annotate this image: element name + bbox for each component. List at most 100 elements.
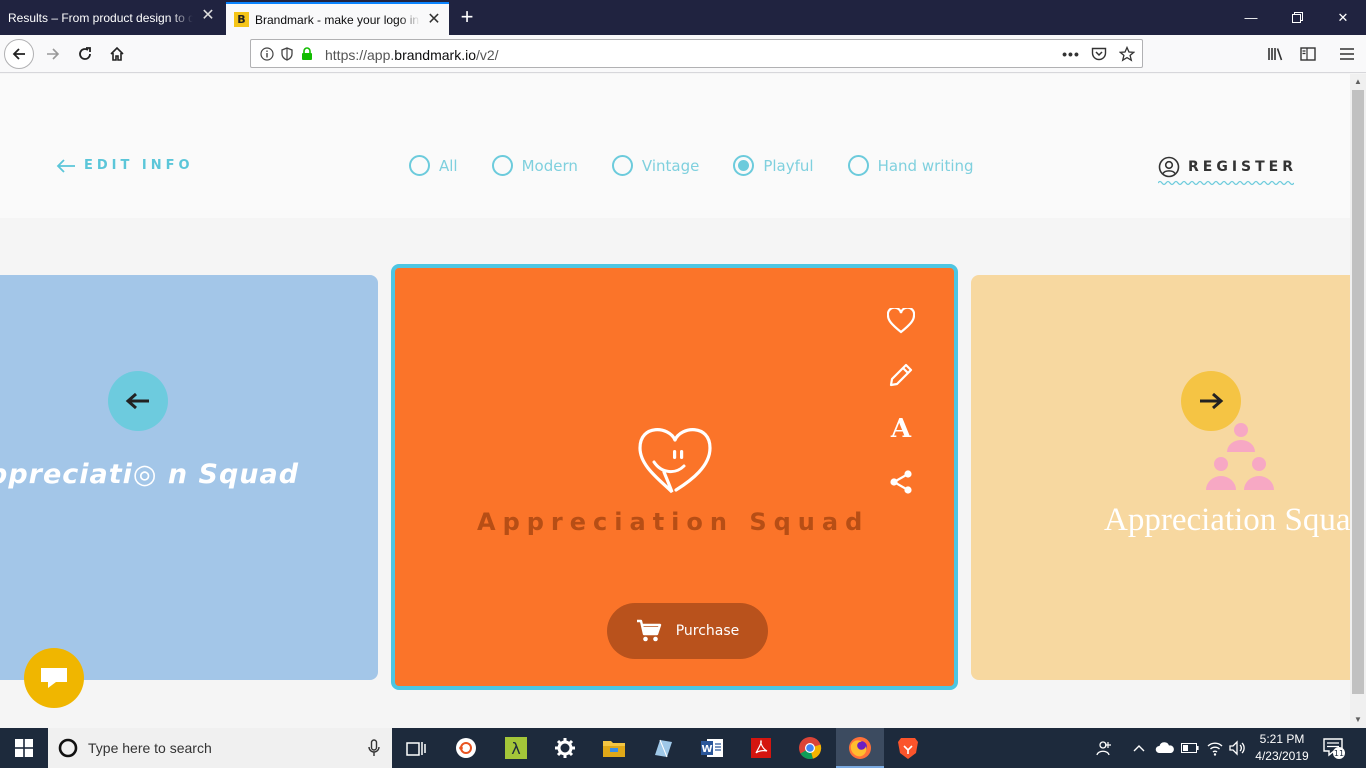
microphone-icon[interactable] [368,739,380,757]
filter-label: Hand writing [877,156,974,175]
windows-start-icon[interactable] [0,728,48,768]
wifi-icon[interactable] [1206,728,1224,768]
next-logo-button[interactable] [1181,371,1241,431]
edit-info-link[interactable]: EDIT INFO [56,158,194,173]
new-tab-icon[interactable]: + [456,4,478,30]
svg-text:W: W [701,744,712,755]
radio-icon[interactable] [491,155,513,176]
search-placeholder: Type here to search [88,740,212,756]
people-icon[interactable] [1096,728,1114,768]
reload-icon[interactable] [70,39,100,69]
minimize-icon[interactable]: — [1228,0,1274,35]
filter-playful[interactable]: Playful [733,155,814,176]
action-center-icon[interactable]: 11 [1322,736,1346,765]
tab-close-icon[interactable]: ✕ [201,8,215,24]
logo-card-next[interactable] [971,275,1350,680]
page-scrollbar[interactable]: ▲ ▼ [1350,74,1366,728]
svg-text:λ: λ [511,739,520,758]
user-circle-icon [1158,156,1180,178]
clock-time: 5:21 PM [1259,732,1305,746]
taskbar-clock[interactable]: 5:21 PM 4/23/2019 [1252,731,1312,765]
home-icon[interactable] [102,39,132,69]
secure-lock-icon[interactable] [299,46,315,62]
edit-info-label: EDIT INFO [84,158,194,173]
chat-bubble-icon [41,668,67,688]
ubuntu-app-icon[interactable] [451,733,481,763]
url-bar[interactable]: https://app.brandmark.io/v2/ ••• [250,39,1143,68]
scroll-up-icon[interactable]: ▲ [1350,74,1366,90]
style-filter-group: All Modern Vintage Playful Hand writing [409,155,1008,176]
filter-label: Playful [763,156,814,175]
radio-icon[interactable] [611,155,633,176]
restore-icon[interactable] [1274,0,1320,35]
file-explorer-icon[interactable] [599,733,629,763]
heart-face-logo-icon [638,428,712,494]
lambda-app-icon[interactable]: λ [501,733,531,763]
register-underline-wave [1158,180,1294,186]
radio-checked-icon[interactable] [733,155,755,176]
register-link[interactable]: REGISTER [1158,156,1297,178]
chrome-app-icon[interactable] [795,733,825,763]
scroll-down-icon[interactable]: ▼ [1350,712,1366,728]
forward-arrow-icon[interactable] [38,39,68,69]
tab-title: Brandmark - make your logo in [255,12,420,27]
notification-count: 11 [1334,749,1344,758]
clock-date: 4/23/2019 [1255,749,1309,763]
purchase-label: Purchase [675,623,740,639]
tracking-shield-icon[interactable] [279,46,295,62]
word-app-icon[interactable]: W [697,733,727,763]
battery-icon[interactable] [1181,728,1199,768]
team-people-logo-icon [1206,423,1274,490]
task-view-icon[interactable] [401,733,431,763]
filter-label: Modern [521,156,578,175]
taskbar-search-box[interactable]: Type here to search [48,728,392,768]
arrow-right-icon [1200,392,1224,410]
settings-gear-icon[interactable] [550,733,580,763]
tab-brandmark[interactable]: B Brandmark - make your logo in ✕ [226,2,449,35]
tab-close-icon[interactable]: ✕ [427,12,441,28]
filter-hand-writing[interactable]: Hand writing [847,155,974,176]
filter-label: Vintage [641,156,700,175]
volume-icon[interactable] [1229,728,1247,768]
scroll-thumb[interactable] [1352,90,1364,694]
favorite-heart-icon[interactable] [886,306,916,336]
sidebar-icon[interactable] [1298,44,1318,64]
filter-all[interactable]: All [409,155,458,176]
page-actions-icon[interactable]: ••• [1062,46,1079,62]
acrobat-app-icon[interactable] [746,733,776,763]
url-text: https://app.brandmark.io/v2/ [325,47,499,63]
purchase-button[interactable]: Purchase [607,603,768,659]
tab-title: Results – From product design to de [8,10,193,25]
arrow-left-icon [125,392,149,410]
share-icon[interactable] [886,467,916,497]
logo-text-previous: ppreciati◎ n Squad [0,459,300,490]
previous-logo-button[interactable] [108,371,168,431]
logo-text-next: Appreciation Squa [1104,502,1350,538]
brave-app-icon[interactable] [893,733,923,763]
browser-nav-bar: https://app.brandmark.io/v2/ ••• [0,35,1366,73]
library-icon[interactable] [1266,44,1286,64]
firefox-app-icon[interactable] [845,733,875,763]
close-window-icon[interactable]: ✕ [1320,0,1366,35]
edit-pencil-icon[interactable] [886,360,916,390]
info-icon[interactable] [259,46,275,62]
arrow-left-icon [56,158,76,173]
chat-button[interactable] [24,648,84,708]
tab-results[interactable]: Results – From product design to de ✕ [0,0,223,35]
radio-icon[interactable] [409,155,430,176]
filter-modern[interactable]: Modern [491,155,578,176]
brandmark-page: EDIT INFO All Modern Vintage Playful Han… [0,74,1350,728]
browser-tab-bar: Results – From product design to de ✕ B … [0,0,1366,35]
radio-icon[interactable] [847,155,869,176]
pocket-icon[interactable] [1091,46,1107,62]
onedrive-cloud-icon[interactable] [1155,728,1175,768]
sketch-app-icon[interactable] [648,733,678,763]
filter-vintage[interactable]: Vintage [611,155,700,176]
back-arrow-icon[interactable] [4,39,34,69]
filter-label: All [439,156,458,175]
shopping-cart-icon [636,619,662,643]
font-change-icon[interactable]: A [886,414,916,444]
menu-icon[interactable] [1337,44,1357,64]
show-hidden-icons-chevron-icon[interactable] [1133,728,1145,768]
bookmark-star-icon[interactable] [1119,46,1135,62]
